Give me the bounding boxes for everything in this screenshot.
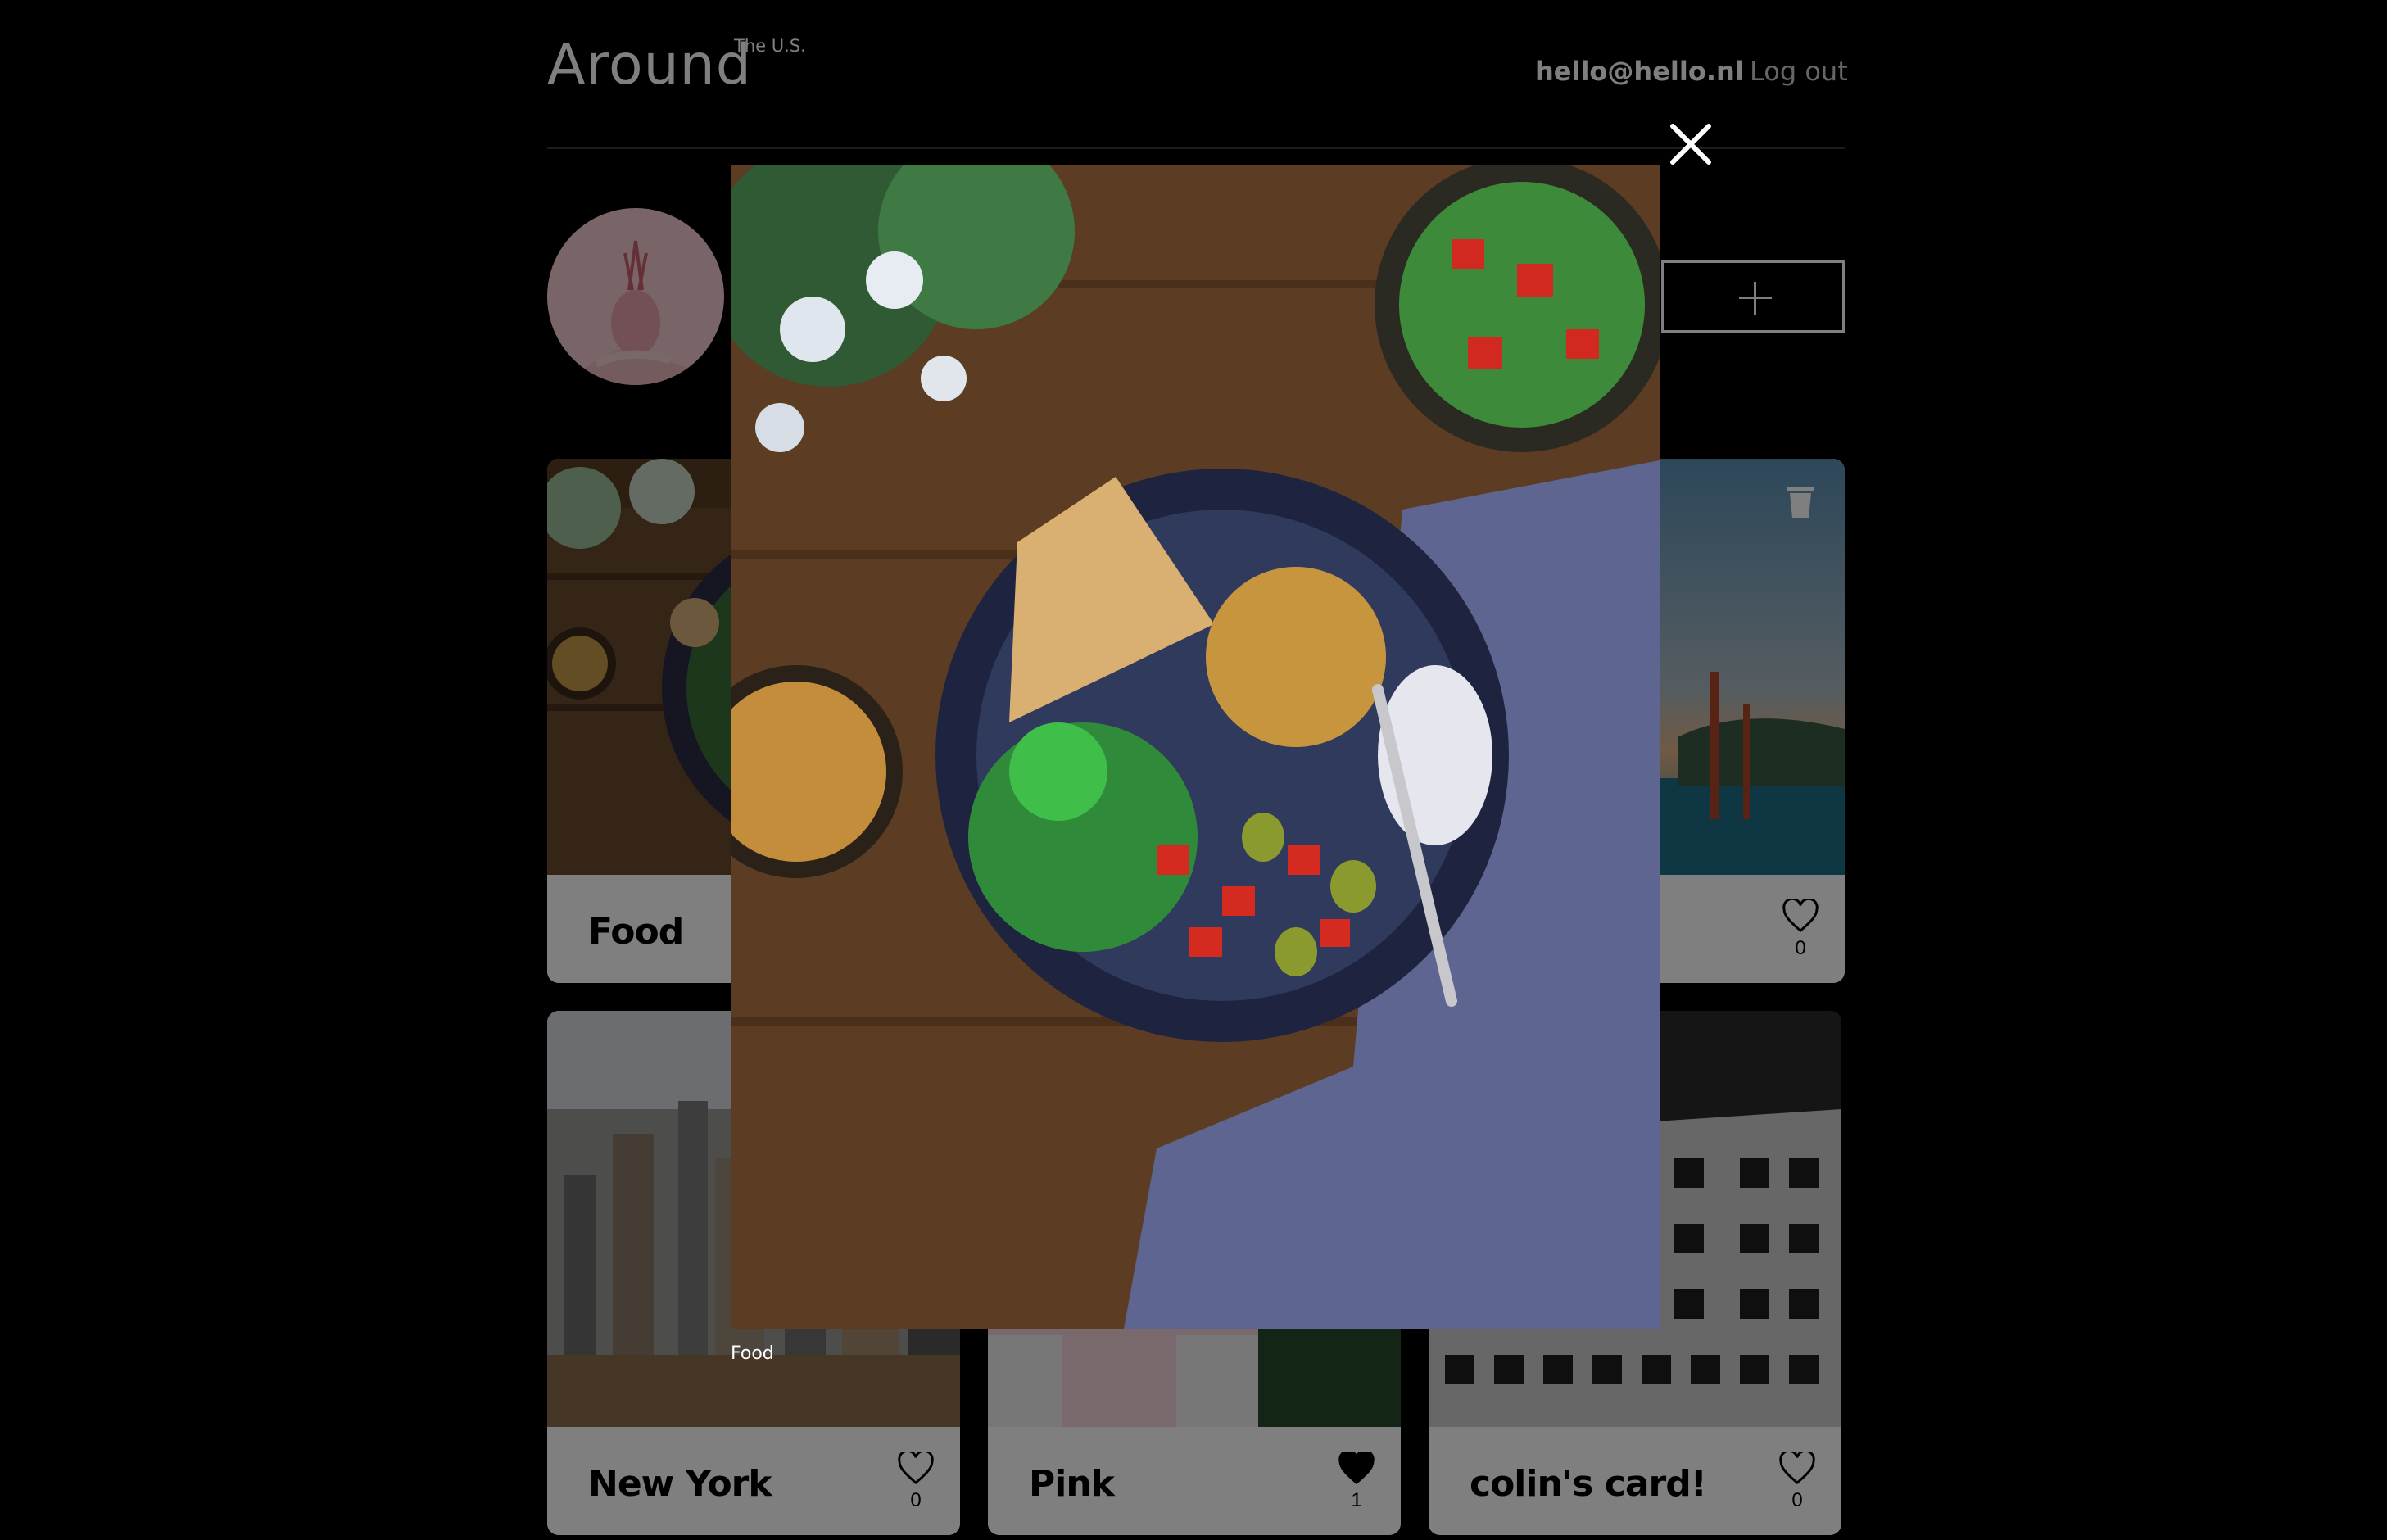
close-icon[interactable] [1668,121,1714,167]
popup-caption: Food [731,1343,774,1364]
popup-image [731,165,1660,1329]
page: Around The U.S. hello@hello.nl Log out [0,0,2387,1540]
